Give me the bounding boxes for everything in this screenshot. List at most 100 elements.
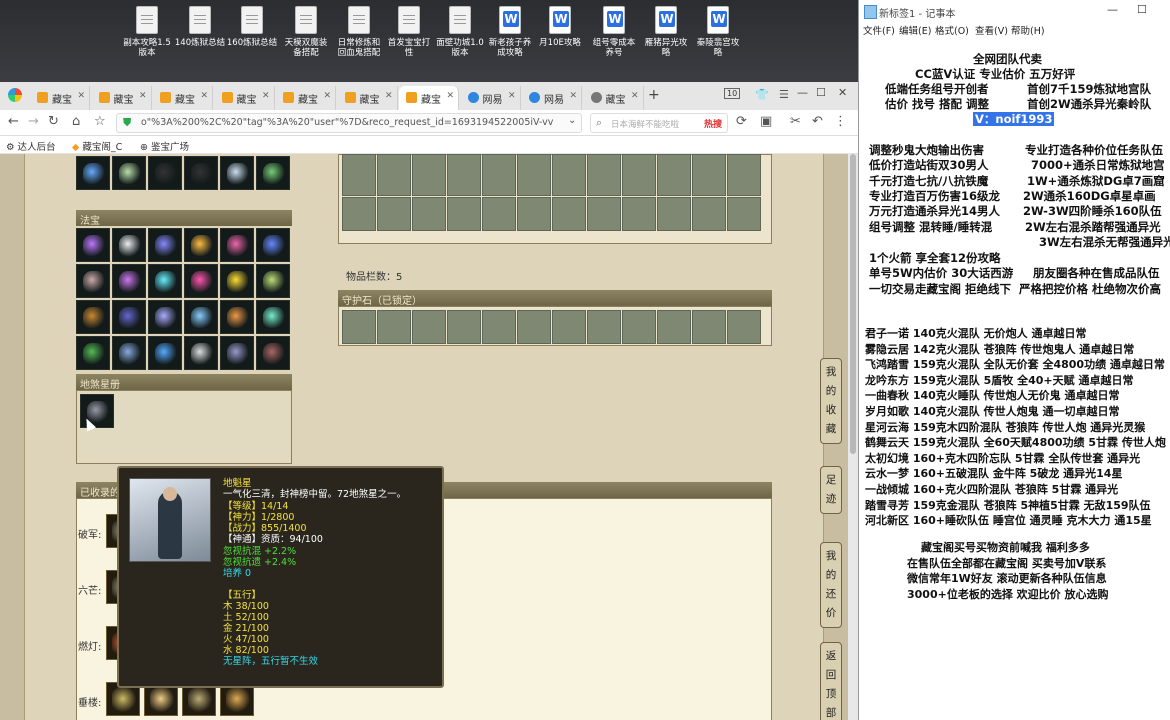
desktop-icon[interactable]: 天模双魔装 备搭配 <box>280 6 332 58</box>
notepad-minimize-icon[interactable]: — <box>1107 3 1118 16</box>
scissors-icon[interactable]: ✂ <box>790 114 801 129</box>
browser-tab[interactable]: 藏宝 ✕ <box>584 86 644 110</box>
inventory-slot[interactable] <box>552 154 586 196</box>
guard-slot[interactable] <box>587 310 621 344</box>
desktop-icon[interactable]: W 雁猪异光攻 略 <box>640 6 692 58</box>
item-slot[interactable] <box>148 300 182 334</box>
menu-icon[interactable]: ☰ <box>779 88 789 101</box>
tab-close-icon[interactable]: ✕ <box>446 91 454 101</box>
my-counteroffer-button[interactable]: 我 的 还 价 <box>820 542 842 628</box>
bookmark-cangbaoge[interactable]: ◆ 藏宝阁_C <box>72 139 122 153</box>
guard-slot[interactable] <box>482 310 516 344</box>
desktop-icon[interactable]: W 组号零成本 养号 <box>588 6 640 58</box>
browser-tab[interactable]: 藏宝 ✕ <box>92 86 152 110</box>
back-icon[interactable]: ← <box>8 114 19 129</box>
item-slot[interactable] <box>220 264 254 298</box>
inventory-slot[interactable] <box>342 154 376 196</box>
item-slot[interactable] <box>76 300 110 334</box>
menu-edit[interactable]: 编辑(E) <box>899 23 931 37</box>
star-icon[interactable]: ☆ <box>94 114 106 129</box>
tab-close-icon[interactable]: ✕ <box>323 91 331 101</box>
desktop-icon[interactable]: 首发宝宝打 性 <box>383 6 435 58</box>
inventory-slot[interactable] <box>692 197 726 231</box>
inventory-slot[interactable] <box>447 154 481 196</box>
dropdown-icon[interactable]: ⌄ <box>568 115 576 126</box>
desktop-icon[interactable]: W 新老孩子养 成攻略 <box>484 6 536 58</box>
undo-icon[interactable]: ↶ <box>812 114 823 129</box>
inventory-slot[interactable] <box>622 154 656 196</box>
item-slot[interactable] <box>184 156 218 190</box>
inventory-slot[interactable] <box>692 154 726 196</box>
guard-slot[interactable] <box>552 310 586 344</box>
item-slot[interactable] <box>148 264 182 298</box>
desktop-icon[interactable]: W 月10E攻略 <box>534 6 586 48</box>
inventory-slot[interactable] <box>587 154 621 196</box>
tab-close-icon[interactable]: ✕ <box>508 91 516 101</box>
menu-format[interactable]: 格式(O) <box>935 23 969 37</box>
browser-tab[interactable]: 藏宝 ✕ <box>338 86 398 110</box>
item-slot[interactable] <box>256 228 290 262</box>
tab-close-icon[interactable]: ✕ <box>631 91 639 101</box>
inventory-slot[interactable] <box>517 197 551 231</box>
shirt-icon[interactable]: 👕 <box>755 88 769 101</box>
guard-slot[interactable] <box>447 310 481 344</box>
item-slot[interactable] <box>184 228 218 262</box>
menu-help[interactable]: 帮助(H) <box>1011 23 1045 37</box>
desktop-icon[interactable]: 副本攻略1.5 版本 <box>121 6 173 58</box>
item-slot[interactable] <box>184 336 218 370</box>
item-slot[interactable] <box>184 300 218 334</box>
inventory-slot[interactable] <box>727 197 761 231</box>
hot-search-label[interactable]: 热搜 <box>704 117 722 130</box>
guard-slot[interactable] <box>692 310 726 344</box>
bookmark-jianbao[interactable]: ⊕ 鉴宝广场 <box>140 139 189 153</box>
item-slot[interactable] <box>112 264 146 298</box>
item-slot[interactable] <box>112 336 146 370</box>
browser-tab[interactable]: 藏宝 ✕ <box>215 86 275 110</box>
inventory-slot[interactable] <box>412 154 446 196</box>
scrollbar-thumb[interactable] <box>850 154 856 454</box>
lock-icon[interactable]: ▣ <box>760 114 772 129</box>
desktop-icon[interactable]: 140炼狱总结 <box>174 6 226 48</box>
footprint-button[interactable]: 足 迹 <box>820 466 842 514</box>
inventory-slot[interactable] <box>342 197 376 231</box>
inventory-slot[interactable] <box>727 154 761 196</box>
page-scrollbar[interactable] <box>848 154 858 720</box>
item-slot[interactable] <box>76 264 110 298</box>
item-slot[interactable] <box>76 228 110 262</box>
more-icon[interactable]: ⋮ <box>834 114 847 129</box>
desktop-icon[interactable]: 160炼狱总结 <box>226 6 278 48</box>
tab-close-icon[interactable]: ✕ <box>200 91 208 101</box>
desktop-icon[interactable]: 日常修炼和 回血鬼搭配 <box>333 6 385 58</box>
guard-slot[interactable] <box>412 310 446 344</box>
tab-close-icon[interactable]: ✕ <box>139 91 147 101</box>
inventory-slot[interactable] <box>412 197 446 231</box>
item-slot[interactable] <box>76 156 110 190</box>
item-slot[interactable] <box>220 300 254 334</box>
item-slot[interactable] <box>76 336 110 370</box>
inventory-slot[interactable] <box>552 197 586 231</box>
home-icon[interactable]: ⌂ <box>72 114 80 129</box>
inventory-slot[interactable] <box>657 197 691 231</box>
item-slot[interactable] <box>148 156 182 190</box>
guard-slot[interactable] <box>342 310 376 344</box>
guard-slot[interactable] <box>377 310 411 344</box>
item-slot[interactable] <box>184 264 218 298</box>
reload-icon[interactable]: ↻ <box>48 114 59 129</box>
item-slot[interactable] <box>112 156 146 190</box>
inventory-slot[interactable] <box>622 197 656 231</box>
inventory-slot[interactable] <box>482 154 516 196</box>
close-icon[interactable]: ✕ <box>838 86 847 99</box>
item-slot[interactable] <box>256 156 290 190</box>
url-input[interactable]: ⛊ o"%3A%200%2C%20"tag"%3A%20"user"%7D&re… <box>116 113 582 133</box>
guard-slot[interactable] <box>727 310 761 344</box>
forward-icon[interactable]: → <box>28 114 39 129</box>
back-to-top-button[interactable]: 返 回 顶 部 <box>820 642 842 720</box>
inventory-slot[interactable] <box>587 197 621 231</box>
tab-close-icon[interactable]: ✕ <box>569 91 577 101</box>
new-tab-button[interactable]: + <box>648 87 660 103</box>
browser-logo-icon[interactable] <box>8 88 22 102</box>
bookmark-talent[interactable]: ⚙ 达人后台 <box>6 139 56 153</box>
item-slot[interactable] <box>112 300 146 334</box>
inventory-slot[interactable] <box>657 154 691 196</box>
desktop-icon[interactable]: W 秦陵翡宫攻 略 <box>692 6 744 58</box>
